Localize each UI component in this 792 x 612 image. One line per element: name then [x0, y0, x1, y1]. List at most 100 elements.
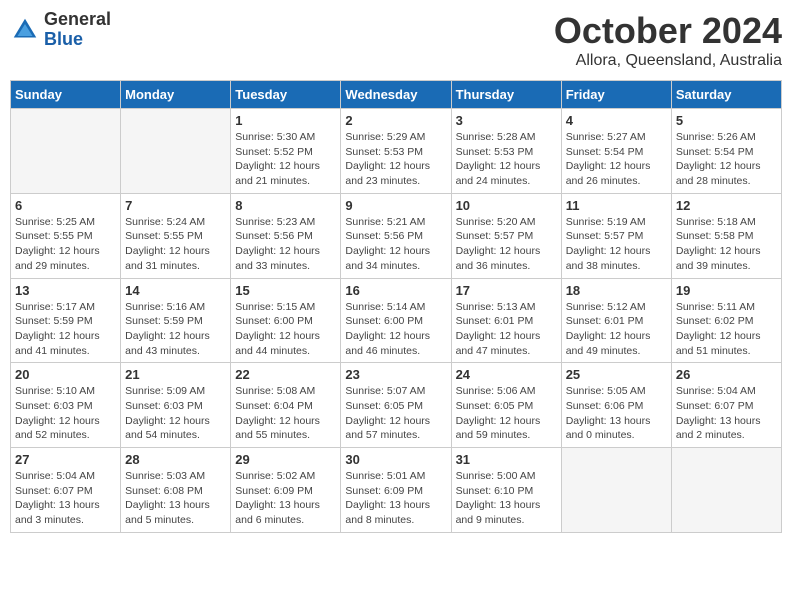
month-title: October 2024 — [554, 10, 782, 52]
day-number: 10 — [456, 198, 557, 213]
day-number: 5 — [676, 113, 777, 128]
calendar-header-row: SundayMondayTuesdayWednesdayThursdayFrid… — [11, 81, 782, 109]
calendar-day-cell: 29Sunrise: 5:02 AM Sunset: 6:09 PM Dayli… — [231, 448, 341, 533]
day-number: 25 — [566, 367, 667, 382]
day-number: 9 — [345, 198, 446, 213]
calendar-day-cell: 15 Sunrise: 5:15 AM Sunset: 6:00 PM Dayli… — [231, 278, 341, 363]
logo-blue: Blue — [44, 29, 83, 49]
day-info: Sunrise: 5:28 AM Sunset: 5:53 PM Dayligh… — [456, 130, 557, 189]
day-number: 7 — [125, 198, 226, 213]
day-number: 21 — [125, 367, 226, 382]
weekday-header: Monday — [121, 81, 231, 109]
day-info: Sunrise: 5:29 AM Sunset: 5:53 PM Dayligh… — [345, 130, 446, 189]
calendar-day-cell: 20 Sunrise: 5:10 AM Sunset: 6:03 PM Dayli… — [11, 363, 121, 448]
day-info: Sunrise: 5:18 AM Sunset: 5:58 PM Dayligh… — [676, 215, 777, 274]
calendar-day-cell — [121, 109, 231, 194]
calendar-day-cell: 7Sunrise: 5:24 AM Sunset: 5:55 PM Daylig… — [121, 193, 231, 278]
day-number: 11 — [566, 198, 667, 213]
day-number: 4 — [566, 113, 667, 128]
calendar-day-cell: 3 Sunrise: 5:28 AM Sunset: 5:53 PM Daylig… — [451, 109, 561, 194]
day-info: Sunrise: 5:23 AM Sunset: 5:56 PM Dayligh… — [235, 215, 336, 274]
calendar-day-cell: 25 Sunrise: 5:05 AM Sunset: 6:06 PM Dayli… — [561, 363, 671, 448]
calendar-day-cell: 27 Sunrise: 5:04 AM Sunset: 6:07 PM Dayli… — [11, 448, 121, 533]
day-number: 31 — [456, 452, 557, 467]
day-info: Sunrise: 5:15 AM Sunset: 6:00 PM Dayligh… — [235, 300, 336, 359]
calendar-day-cell: 24Sunrise: 5:06 AM Sunset: 6:05 PM Dayli… — [451, 363, 561, 448]
day-number: 27 — [15, 452, 116, 467]
calendar-day-cell: 1Sunrise: 5:30 AM Sunset: 5:52 PM Daylig… — [231, 109, 341, 194]
calendar-day-cell: 22 Sunrise: 5:08 AM Sunset: 6:04 PM Dayli… — [231, 363, 341, 448]
calendar-day-cell — [11, 109, 121, 194]
day-number: 13 — [15, 283, 116, 298]
calendar-day-cell: 21 Sunrise: 5:09 AM Sunset: 6:03 PM Dayli… — [121, 363, 231, 448]
calendar-day-cell: 12Sunrise: 5:18 AM Sunset: 5:58 PM Dayli… — [671, 193, 781, 278]
day-number: 22 — [235, 367, 336, 382]
day-info: Sunrise: 5:16 AM Sunset: 5:59 PM Dayligh… — [125, 300, 226, 359]
day-info: Sunrise: 5:00 AM Sunset: 6:10 PM Dayligh… — [456, 469, 557, 528]
calendar-week-row: 6Sunrise: 5:25 AM Sunset: 5:55 PM Daylig… — [11, 193, 782, 278]
day-number: 30 — [345, 452, 446, 467]
day-number: 15 — [235, 283, 336, 298]
calendar-day-cell: 18 Sunrise: 5:12 AM Sunset: 6:01 PM Dayli… — [561, 278, 671, 363]
calendar-day-cell: 17Sunrise: 5:13 AM Sunset: 6:01 PM Dayli… — [451, 278, 561, 363]
day-info: Sunrise: 5:17 AM Sunset: 5:59 PM Dayligh… — [15, 300, 116, 359]
calendar-day-cell — [671, 448, 781, 533]
weekday-header: Tuesday — [231, 81, 341, 109]
day-info: Sunrise: 5:27 AM Sunset: 5:54 PM Dayligh… — [566, 130, 667, 189]
day-number: 8 — [235, 198, 336, 213]
day-info: Sunrise: 5:01 AM Sunset: 6:09 PM Dayligh… — [345, 469, 446, 528]
location: Allora, Queensland, Australia — [554, 52, 782, 70]
day-number: 29 — [235, 452, 336, 467]
day-info: Sunrise: 5:08 AM Sunset: 6:04 PM Dayligh… — [235, 384, 336, 443]
logo-text: General Blue — [44, 10, 111, 50]
day-number: 19 — [676, 283, 777, 298]
calendar-week-row: 1Sunrise: 5:30 AM Sunset: 5:52 PM Daylig… — [11, 109, 782, 194]
day-info: Sunrise: 5:10 AM Sunset: 6:03 PM Dayligh… — [15, 384, 116, 443]
calendar-day-cell: 5 Sunrise: 5:26 AM Sunset: 5:54 PM Daylig… — [671, 109, 781, 194]
weekday-header: Friday — [561, 81, 671, 109]
day-info: Sunrise: 5:20 AM Sunset: 5:57 PM Dayligh… — [456, 215, 557, 274]
day-info: Sunrise: 5:03 AM Sunset: 6:08 PM Dayligh… — [125, 469, 226, 528]
title-block: October 2024 Allora, Queensland, Austral… — [554, 10, 782, 70]
weekday-header: Saturday — [671, 81, 781, 109]
logo-general: General — [44, 9, 111, 29]
calendar-day-cell: 13 Sunrise: 5:17 AM Sunset: 5:59 PM Dayli… — [11, 278, 121, 363]
day-info: Sunrise: 5:09 AM Sunset: 6:03 PM Dayligh… — [125, 384, 226, 443]
day-info: Sunrise: 5:25 AM Sunset: 5:55 PM Dayligh… — [15, 215, 116, 274]
calendar-day-cell: 30 Sunrise: 5:01 AM Sunset: 6:09 PM Dayli… — [341, 448, 451, 533]
page-header: General Blue October 2024 Allora, Queens… — [10, 10, 782, 70]
calendar-day-cell: 28 Sunrise: 5:03 AM Sunset: 6:08 PM Dayli… — [121, 448, 231, 533]
day-number: 1 — [235, 113, 336, 128]
logo-icon — [10, 15, 40, 45]
calendar-table: SundayMondayTuesdayWednesdayThursdayFrid… — [10, 80, 782, 533]
day-number: 3 — [456, 113, 557, 128]
day-info: Sunrise: 5:06 AM Sunset: 6:05 PM Dayligh… — [456, 384, 557, 443]
day-info: Sunrise: 5:26 AM Sunset: 5:54 PM Dayligh… — [676, 130, 777, 189]
day-info: Sunrise: 5:19 AM Sunset: 5:57 PM Dayligh… — [566, 215, 667, 274]
day-number: 20 — [15, 367, 116, 382]
day-info: Sunrise: 5:05 AM Sunset: 6:06 PM Dayligh… — [566, 384, 667, 443]
weekday-header: Wednesday — [341, 81, 451, 109]
calendar-day-cell: 9 Sunrise: 5:21 AM Sunset: 5:56 PM Daylig… — [341, 193, 451, 278]
day-number: 16 — [345, 283, 446, 298]
day-number: 2 — [345, 113, 446, 128]
day-info: Sunrise: 5:04 AM Sunset: 6:07 PM Dayligh… — [15, 469, 116, 528]
day-number: 14 — [125, 283, 226, 298]
day-number: 28 — [125, 452, 226, 467]
calendar-day-cell: 4 Sunrise: 5:27 AM Sunset: 5:54 PM Daylig… — [561, 109, 671, 194]
day-info: Sunrise: 5:14 AM Sunset: 6:00 PM Dayligh… — [345, 300, 446, 359]
calendar-day-cell: 26Sunrise: 5:04 AM Sunset: 6:07 PM Dayli… — [671, 363, 781, 448]
day-number: 18 — [566, 283, 667, 298]
day-info: Sunrise: 5:12 AM Sunset: 6:01 PM Dayligh… — [566, 300, 667, 359]
day-info: Sunrise: 5:04 AM Sunset: 6:07 PM Dayligh… — [676, 384, 777, 443]
day-info: Sunrise: 5:21 AM Sunset: 5:56 PM Dayligh… — [345, 215, 446, 274]
calendar-day-cell: 6Sunrise: 5:25 AM Sunset: 5:55 PM Daylig… — [11, 193, 121, 278]
calendar-day-cell: 8 Sunrise: 5:23 AM Sunset: 5:56 PM Daylig… — [231, 193, 341, 278]
day-number: 23 — [345, 367, 446, 382]
calendar-day-cell: 16 Sunrise: 5:14 AM Sunset: 6:00 PM Dayli… — [341, 278, 451, 363]
calendar-week-row: 13 Sunrise: 5:17 AM Sunset: 5:59 PM Dayli… — [11, 278, 782, 363]
calendar-day-cell — [561, 448, 671, 533]
weekday-header: Sunday — [11, 81, 121, 109]
day-info: Sunrise: 5:13 AM Sunset: 6:01 PM Dayligh… — [456, 300, 557, 359]
calendar-day-cell: 11 Sunrise: 5:19 AM Sunset: 5:57 PM Dayli… — [561, 193, 671, 278]
